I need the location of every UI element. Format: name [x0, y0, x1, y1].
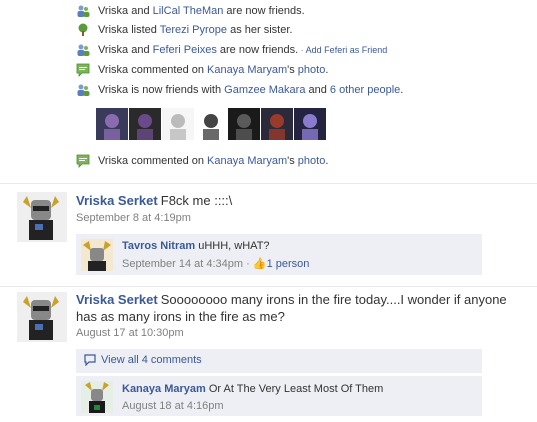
activity-text: Vriska and LilCal TheMan are now friends… — [98, 3, 305, 19]
activity-text-part: 's — [287, 64, 298, 76]
activity-link[interactable]: Feferi Peixes — [153, 44, 217, 56]
activity-text-part: . — [400, 84, 404, 96]
activity-text-part: Vriska and — [98, 5, 153, 17]
friend-thumbnail[interactable] — [195, 108, 227, 140]
activity-link[interactable]: Gamzee Makara — [224, 84, 305, 96]
view-all-comments-link[interactable]: View all 4 comments — [101, 354, 202, 366]
divider — [0, 286, 537, 287]
comment-avatar[interactable] — [81, 239, 113, 271]
activity-text: Vriska commented on Kanaya Maryam's phot… — [98, 62, 328, 78]
activity-link[interactable]: Kanaya Maryam — [207, 155, 287, 167]
separator: · — [246, 258, 250, 270]
activity-text-part: . — [325, 155, 329, 167]
activity-text-part: as her sister. — [227, 24, 293, 36]
activity-text-part: are now friends. — [223, 5, 305, 17]
activity-text-part: are now friends. — [216, 44, 299, 56]
post-timestamp[interactable]: September 8 at 4:19pm — [76, 212, 191, 224]
friend-thumbnail[interactable] — [96, 108, 128, 140]
comment-timestamp[interactable]: September 14 at 4:34pm — [122, 258, 243, 270]
friend-thumbnail[interactable] — [162, 108, 194, 140]
divider — [0, 183, 537, 184]
activity-text-part: Vriska and — [98, 44, 153, 56]
activity-text-part: Vriska listed — [98, 24, 160, 36]
comment-author[interactable]: Kanaya Maryam — [122, 383, 206, 395]
activity-link[interactable]: photo — [298, 64, 326, 76]
friend-thumbnail[interactable] — [294, 108, 326, 140]
separator: · — [298, 45, 306, 55]
activity-text-part: and — [305, 84, 330, 96]
relationship-icon — [76, 23, 90, 37]
friend-thumbnails — [96, 108, 327, 140]
view-all-comments[interactable]: View all 4 comments — [76, 349, 482, 373]
comment-avatar[interactable] — [81, 381, 113, 413]
friends-icon — [76, 83, 90, 97]
comment-text: Or At The Very Least Most Of Them — [208, 383, 384, 395]
friends-icon — [76, 4, 90, 18]
comment-author[interactable]: Tavros Nitram — [122, 240, 195, 252]
activity-text: Vriska is now friends with Gamzee Makara… — [98, 82, 403, 98]
comment-icon — [76, 63, 90, 77]
activity-link[interactable]: Kanaya Maryam — [207, 64, 287, 76]
friend-thumbnail[interactable] — [261, 108, 293, 140]
likes-link[interactable]: 1 person — [267, 258, 310, 270]
post-author[interactable]: Vriska Serket — [76, 193, 158, 208]
activity-link[interactable]: photo — [298, 155, 326, 167]
post-timestamp[interactable]: August 17 at 10:30pm — [76, 327, 184, 339]
comment-timestamp[interactable]: August 18 at 4:16pm — [122, 400, 224, 412]
activity-text-part: Vriska commented on — [98, 155, 208, 167]
comment: Tavros Nitram uHHH, wHAT? September 14 a… — [76, 234, 482, 275]
post-author[interactable]: Vriska Serket — [76, 292, 158, 307]
activity-link[interactable]: LilCal TheMan — [153, 5, 224, 17]
avatar[interactable] — [17, 192, 67, 242]
comment-icon — [76, 154, 90, 168]
activity-text: Vriska and Feferi Peixes are now friends… — [98, 42, 387, 58]
like-thumb-icon: 👍 — [252, 258, 267, 270]
activity-text-part: . — [325, 64, 329, 76]
comment-bubble-icon — [84, 354, 96, 369]
friends-icon — [76, 43, 90, 57]
activity-text: Vriska listed Terezi Pyrope as her siste… — [98, 22, 292, 38]
add-friend-link[interactable]: Add Feferi as Friend — [306, 45, 388, 55]
activity-link[interactable]: Terezi Pyrope — [160, 24, 227, 36]
activity-link[interactable]: 6 other people — [330, 84, 400, 96]
activity-text-part: 's — [287, 155, 298, 167]
post-message: F8ck me ::::\ — [160, 193, 233, 208]
activity-text-part: Vriska is now friends with — [98, 84, 225, 96]
divider — [76, 374, 482, 375]
avatar[interactable] — [17, 292, 67, 342]
friend-thumbnail[interactable] — [129, 108, 161, 140]
comment: Kanaya Maryam Or At The Very Least Most … — [76, 376, 482, 416]
comment-text: uHHH, wHAT? — [198, 240, 270, 252]
activity-text-part: Vriska commented on — [98, 64, 208, 76]
activity-text: Vriska commented on Kanaya Maryam's phot… — [98, 153, 328, 169]
friend-thumbnail[interactable] — [228, 108, 260, 140]
